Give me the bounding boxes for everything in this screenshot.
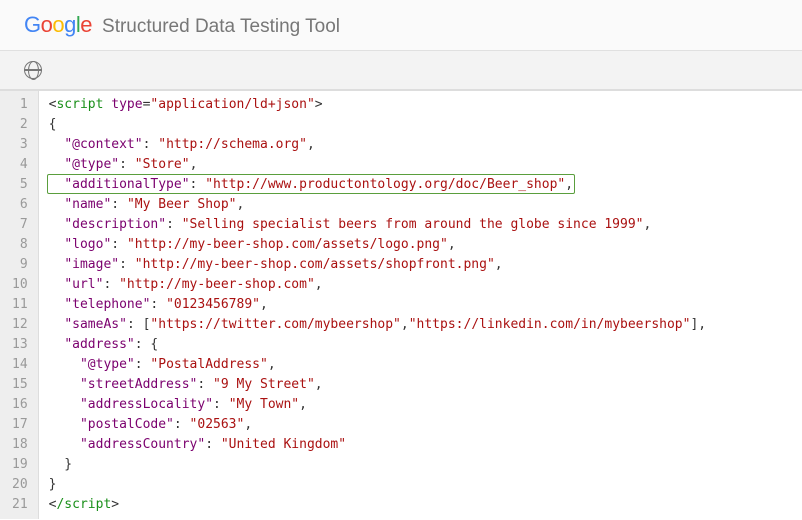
line-number: 1 bbox=[12, 95, 28, 115]
code-line: </script> bbox=[49, 495, 706, 515]
code-line: "streetAddress": "9 My Street", bbox=[49, 375, 706, 395]
code-body[interactable]: <script type="application/ld+json">{ "@c… bbox=[39, 91, 716, 519]
app-header: Google Structured Data Testing Tool bbox=[0, 0, 802, 51]
code-line: "@type": "PostalAddress", bbox=[49, 355, 706, 375]
line-number: 8 bbox=[12, 235, 28, 255]
code-editor: 123456789101112131415161718192021 <scrip… bbox=[0, 90, 802, 519]
line-number: 3 bbox=[12, 135, 28, 155]
line-number: 9 bbox=[12, 255, 28, 275]
line-number: 14 bbox=[12, 355, 28, 375]
code-line: "image": "http://my-beer-shop.com/assets… bbox=[49, 255, 706, 275]
line-number: 12 bbox=[12, 315, 28, 335]
line-number: 7 bbox=[12, 215, 28, 235]
code-line: "telephone": "0123456789", bbox=[49, 295, 706, 315]
line-gutter: 123456789101112131415161718192021 bbox=[0, 91, 39, 519]
line-number: 18 bbox=[12, 435, 28, 455]
code-line: } bbox=[49, 455, 706, 475]
code-line: "addressCountry": "United Kingdom" bbox=[49, 435, 706, 455]
line-number: 15 bbox=[12, 375, 28, 395]
line-number: 21 bbox=[12, 495, 28, 515]
code-line: "url": "http://my-beer-shop.com", bbox=[49, 275, 706, 295]
code-line: "postalCode": "02563", bbox=[49, 415, 706, 435]
code-line: "sameAs": ["https://twitter.com/mybeersh… bbox=[49, 315, 706, 335]
code-line: "@context": "http://schema.org", bbox=[49, 135, 706, 155]
globe-icon[interactable] bbox=[24, 61, 42, 79]
code-line: "@type": "Store", bbox=[49, 155, 706, 175]
code-line: <script type="application/ld+json"> bbox=[49, 95, 706, 115]
line-number: 4 bbox=[12, 155, 28, 175]
line-number: 10 bbox=[12, 275, 28, 295]
code-line: "address": { bbox=[49, 335, 706, 355]
line-number: 16 bbox=[12, 395, 28, 415]
tool-title: Structured Data Testing Tool bbox=[102, 16, 340, 38]
code-line: "description": "Selling specialist beers… bbox=[49, 215, 706, 235]
google-logo: Google bbox=[24, 12, 92, 38]
line-number: 13 bbox=[12, 335, 28, 355]
line-number: 20 bbox=[12, 475, 28, 495]
line-number: 5 bbox=[12, 175, 28, 195]
code-line: "addressLocality": "My Town", bbox=[49, 395, 706, 415]
code-line: { bbox=[49, 115, 706, 135]
line-number: 6 bbox=[12, 195, 28, 215]
code-line: "additionalType": "http://www.productont… bbox=[49, 175, 706, 195]
toolbar bbox=[0, 51, 802, 90]
line-number: 17 bbox=[12, 415, 28, 435]
code-line: "name": "My Beer Shop", bbox=[49, 195, 706, 215]
line-number: 11 bbox=[12, 295, 28, 315]
line-number: 19 bbox=[12, 455, 28, 475]
line-number: 2 bbox=[12, 115, 28, 135]
code-line: "logo": "http://my-beer-shop.com/assets/… bbox=[49, 235, 706, 255]
code-line: } bbox=[49, 475, 706, 495]
